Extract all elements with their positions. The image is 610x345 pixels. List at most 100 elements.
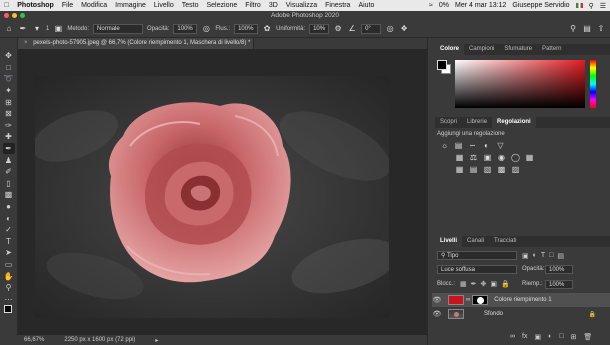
layer-row[interactable]: 👁 ∞ Colore riempimento 1 [432,293,610,307]
lock-icon[interactable]: 🔒 [501,280,510,288]
gradient-tool-icon[interactable]: ▩ [3,189,15,201]
channel-mixer-icon[interactable]: ◯ [511,153,520,162]
frame-tool-icon[interactable]: ⊠ [3,108,15,120]
tab-regolazioni[interactable]: Regolazioni [492,117,536,128]
home-icon[interactable]: ⌂ [4,24,14,34]
metodo-select[interactable]: Normale [93,23,144,34]
curves-icon[interactable]: ∽ [468,141,477,150]
username[interactable]: Giuseppe Servidio [512,2,569,9]
tab-colore[interactable]: Colore [435,44,465,55]
share-icon[interactable]: ⇧ [596,24,606,34]
posterize-icon[interactable]: ▤ [469,165,478,174]
panel-foreground-swatch[interactable] [437,60,447,70]
fill-field[interactable]: 100% [545,280,573,289]
brightness-icon[interactable]: ☼ [440,141,449,150]
menu-3d[interactable]: 3D [269,2,278,9]
tab-sfumature[interactable]: Sfumature [499,44,537,55]
opacity-field[interactable]: 100% [545,265,573,274]
lasso-tool-icon[interactable]: ➰ [3,73,15,85]
crop-tool-icon[interactable]: ⊞ [3,96,15,108]
workspace-icon[interactable]: ▤ [582,24,592,34]
more-tools-icon[interactable]: ⋯ [3,293,15,305]
exposure-icon[interactable]: ◐ [482,141,491,150]
foreground-color-swatch[interactable] [3,305,12,314]
zoom-window-button[interactable] [20,13,25,18]
lock-artboard-icon[interactable]: ▣ [490,280,497,288]
tab-canali[interactable]: Canali [462,236,489,247]
pressure-size-icon[interactable]: ◎ [385,24,395,34]
uniformita-field[interactable]: 10% [309,23,330,34]
type-tool-icon[interactable]: T [3,236,15,248]
lock-brush-icon[interactable]: ✒ [471,280,477,288]
lock-move-icon[interactable]: ✥ [481,280,487,288]
menu-file[interactable]: File [62,2,73,9]
hand-tool-icon[interactable]: ✋ [3,270,15,282]
pen-tool-icon[interactable]: ✓ [3,224,15,236]
selective-color-icon[interactable]: ▨ [511,165,520,174]
opacita-field[interactable]: 100% [173,23,198,34]
datetime[interactable]: Mer 4 mar 13:12 [455,2,506,9]
minimize-window-button[interactable] [12,13,17,18]
visibility-eye-icon[interactable]: 👁 [432,310,442,318]
tab-livelli[interactable]: Livelli [435,236,463,247]
vibrance-icon[interactable]: ▽ [496,141,505,150]
black-white-icon[interactable]: ▣ [483,153,492,162]
add-mask-icon[interactable]: ▣ [534,333,541,341]
apple-icon[interactable]:  [4,2,9,9]
hue-slider[interactable] [590,60,596,108]
marquee-tool-icon[interactable]: □ [3,62,15,74]
wifi-icon[interactable]: ≈ [429,2,433,9]
shape-tool-icon[interactable]: ▭ [3,259,15,271]
chevron-down-icon[interactable]: ▾ [32,24,42,34]
quick-select-tool-icon[interactable]: ✦ [3,85,15,97]
tab-campioni[interactable]: Campioni [464,44,499,55]
chevron-right-icon[interactable]: ▸ [155,337,158,344]
fx-icon[interactable]: fx [522,333,527,341]
airbrush-icon[interactable]: ✿ [262,24,272,34]
color-lookup-icon[interactable]: ▦ [525,153,534,162]
layer-name[interactable]: Sfondo [484,311,503,317]
document-tab[interactable]: × pexels-photo-57905.jpeg @ 66,7% (Color… [18,38,254,49]
blur-tool-icon[interactable]: ● [3,201,15,213]
close-tab-icon[interactable]: × [24,40,28,46]
layer-mask-thumbnail[interactable] [472,295,489,305]
menu-aiuto[interactable]: Aiuto [358,2,374,9]
zoom-level[interactable]: 66,67% [24,337,44,343]
trash-icon[interactable]: 🗑 [583,333,592,341]
blend-mode-select[interactable]: Luce soffusa [437,265,517,274]
document-canvas[interactable] [35,76,389,318]
color-swatches[interactable] [3,305,15,317]
menu-app-name[interactable]: Photoshop [17,2,54,9]
link-icon[interactable]: ∞ [466,297,470,303]
italy-flag-icon[interactable] [575,3,583,8]
invert-icon[interactable]: ▦ [455,165,464,174]
path-select-tool-icon[interactable]: ➤ [3,247,15,259]
new-group-icon[interactable]: □ [559,333,563,341]
background-layer-thumbnail[interactable] [448,309,464,319]
menu-filtro[interactable]: Filtro [245,2,261,9]
menu-livello[interactable]: Livello [154,2,174,9]
tab-tracciati[interactable]: Tracciati [489,236,521,247]
threshold-icon[interactable]: ▧ [483,165,492,174]
hue-saturation-icon[interactable]: ▦ [455,153,464,162]
stamp-tool-icon[interactable]: ♟ [3,154,15,166]
close-window-button[interactable] [4,13,9,18]
brush-tool-icon[interactable]: ✒ [2,142,15,155]
lock-icon[interactable]: 🔒 [589,311,596,318]
tab-pattern[interactable]: Pattern [537,44,566,55]
new-layer-icon[interactable]: ⊞ [571,333,577,341]
symmetry-icon[interactable]: ❖ [399,24,409,34]
lock-transparent-icon[interactable]: ▦ [460,280,467,288]
menu-selezione[interactable]: Selezione [207,2,238,9]
move-tool-icon[interactable]: ✥ [3,50,15,62]
visibility-eye-icon[interactable]: 👁 [432,296,442,304]
brush-size[interactable]: 1 [46,26,49,32]
fill-layer-thumbnail[interactable] [448,295,464,305]
pressure-opacity-icon[interactable]: ◎ [201,24,211,34]
filter-type-icon[interactable]: T [541,252,545,260]
document-size[interactable]: 2250 px x 1600 px (72 ppi) [64,337,135,343]
filter-shape-icon[interactable]: □ [549,252,553,260]
menu-immagine[interactable]: Immagine [115,2,146,9]
menu-finestra[interactable]: Finestra [325,2,350,9]
brush-tool-icon[interactable]: ✒ [18,24,28,34]
